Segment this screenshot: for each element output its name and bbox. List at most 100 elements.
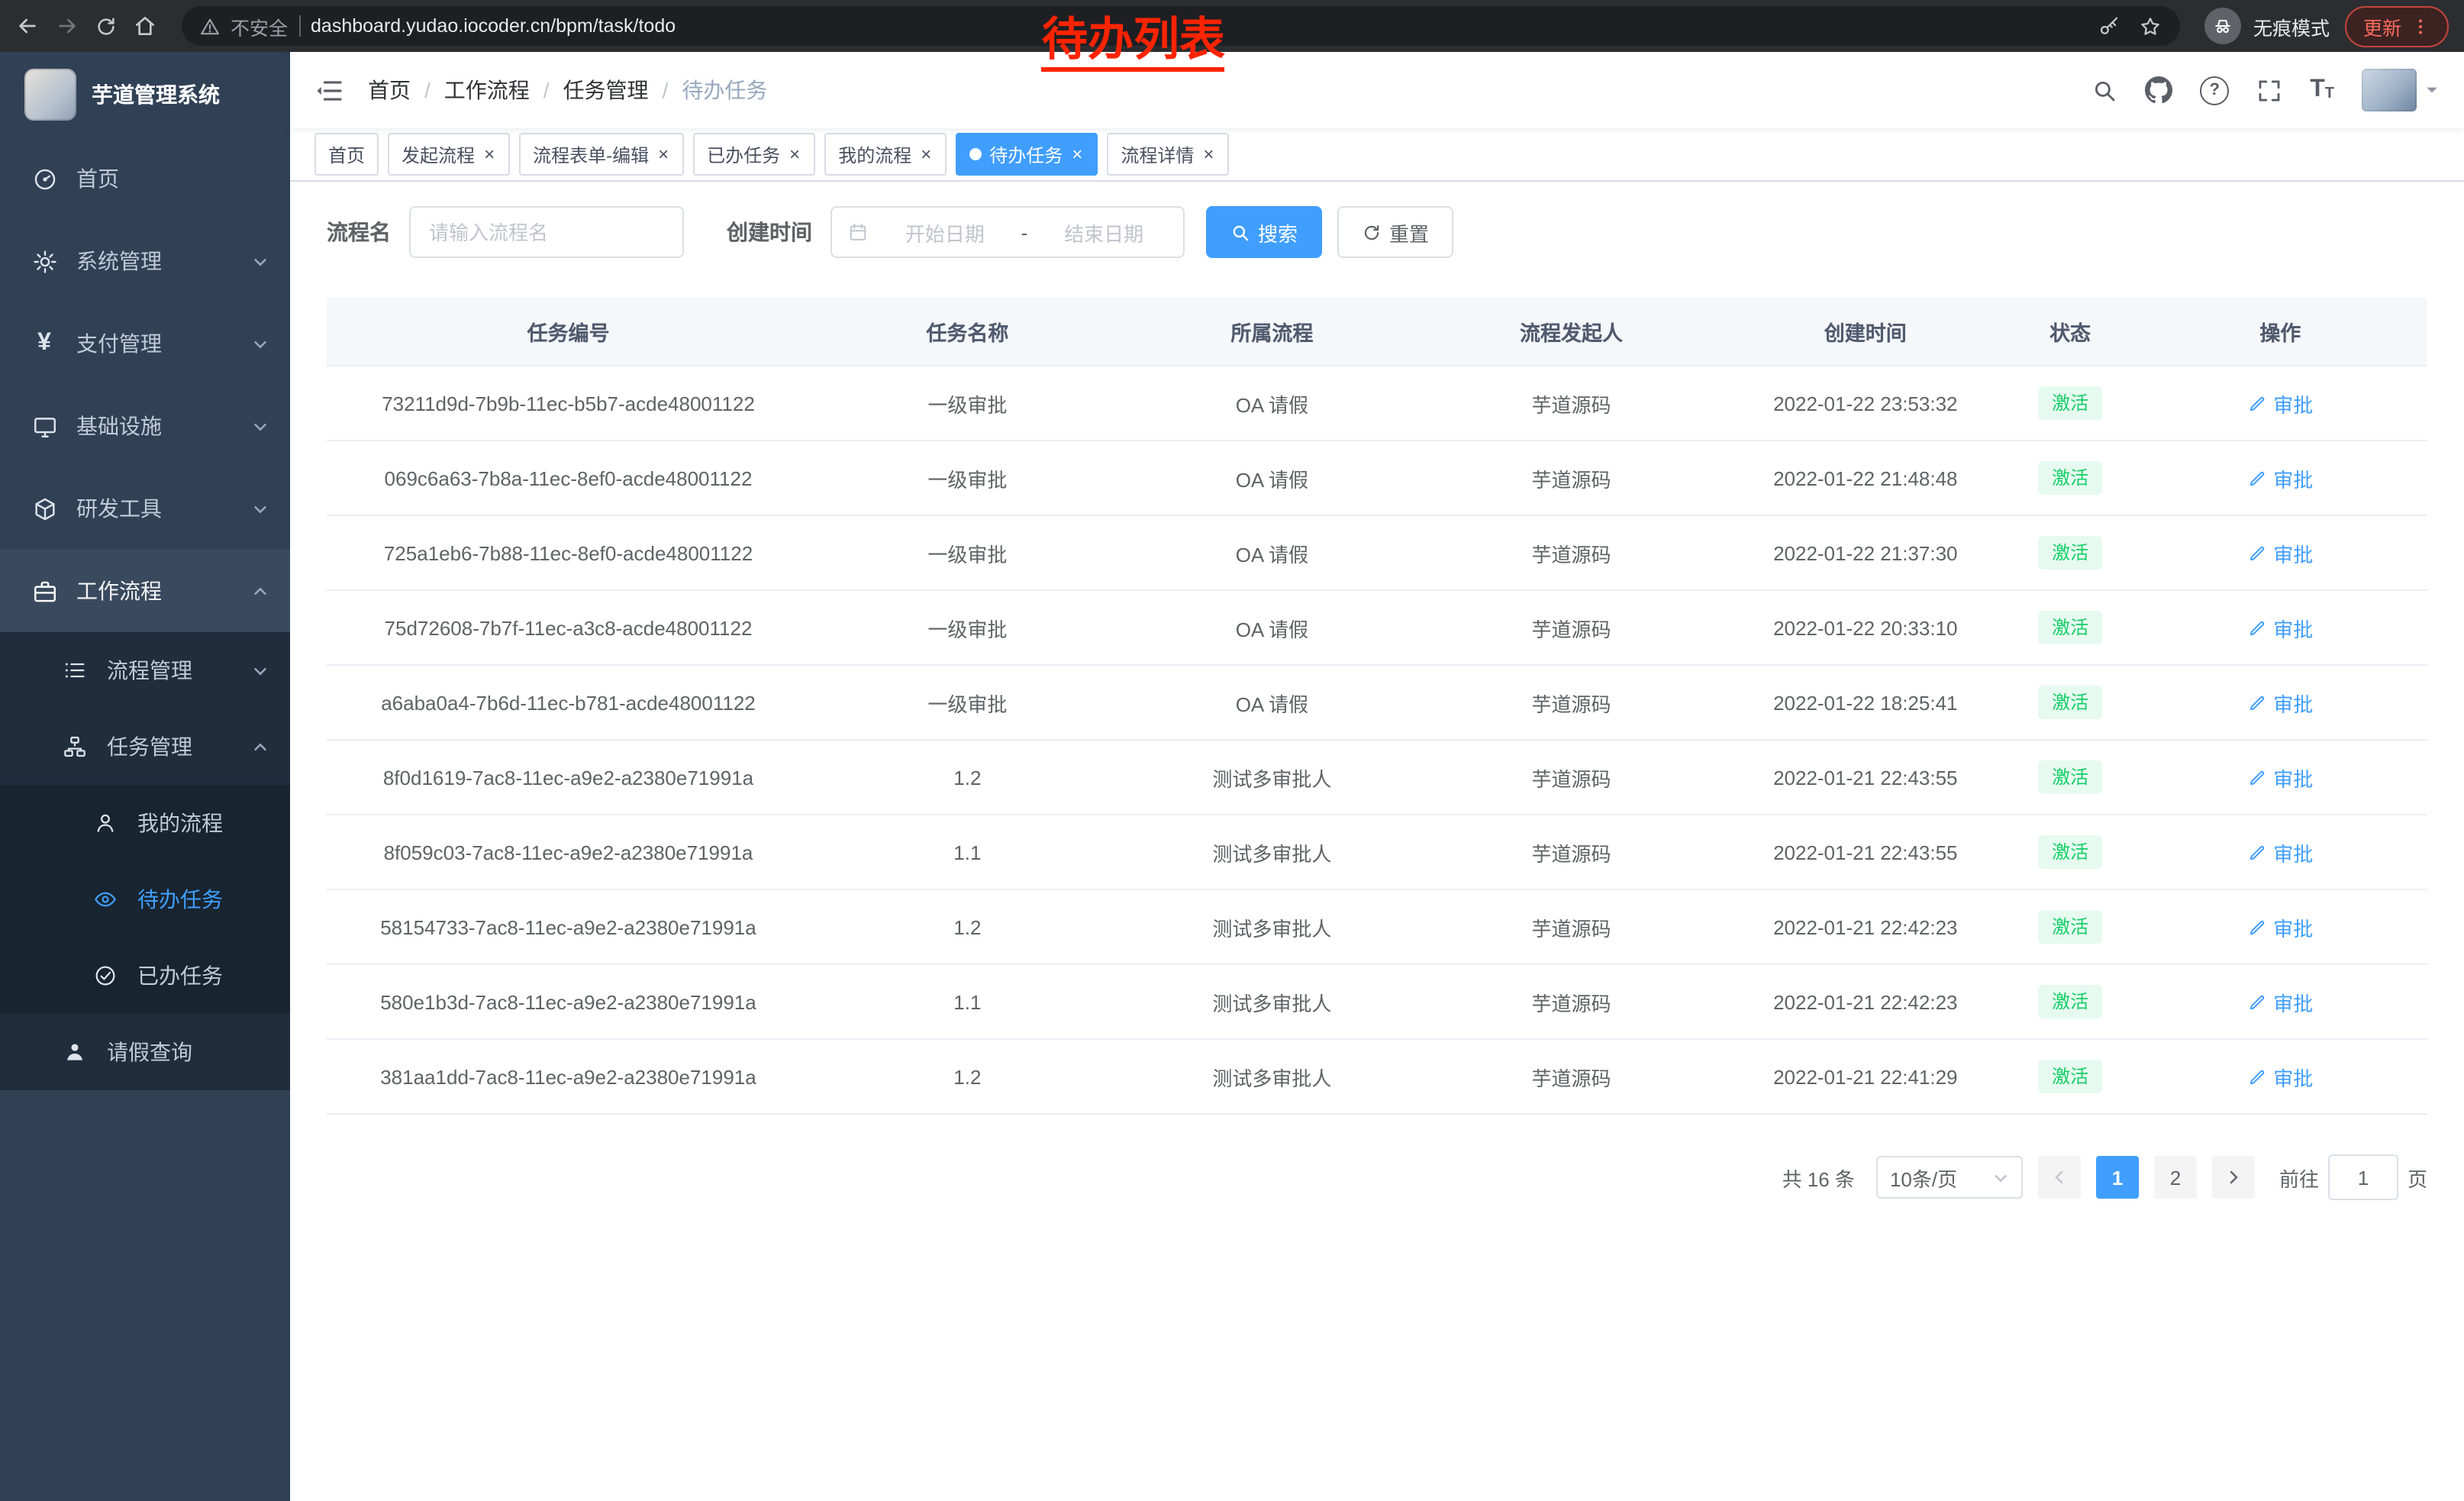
edit-icon bbox=[2247, 543, 2267, 563]
back-icon[interactable] bbox=[15, 14, 40, 38]
bookmark-star-icon[interactable] bbox=[2139, 15, 2162, 37]
user-avatar[interactable] bbox=[2362, 69, 2440, 111]
goto-page-input[interactable] bbox=[2328, 1154, 2398, 1200]
sidebar-item-process-mgmt[interactable]: 流程管理 bbox=[0, 632, 290, 709]
tab-start-process[interactable]: 发起流程 × bbox=[388, 133, 510, 176]
approve-link[interactable]: 审批 bbox=[2247, 838, 2313, 867]
approve-link[interactable]: 审批 bbox=[2247, 1062, 2313, 1091]
approve-link[interactable]: 审批 bbox=[2247, 763, 2313, 792]
main-area: 首页 工作流程 任务管理 待办任务 ? bbox=[290, 52, 2464, 1501]
menu-dots-icon[interactable] bbox=[2411, 16, 2430, 36]
tab-todo-tasks[interactable]: 待办任务 × bbox=[956, 133, 1098, 176]
col-process: 所属流程 bbox=[1125, 298, 1419, 366]
close-icon[interactable]: × bbox=[1070, 145, 1084, 163]
sidebar-item-todo-tasks[interactable]: 待办任务 bbox=[0, 861, 290, 938]
task-name: 一级审批 bbox=[810, 665, 1125, 740]
breadcrumb-workflow[interactable]: 工作流程 bbox=[444, 75, 563, 105]
page-button-2[interactable]: 2 bbox=[2154, 1156, 2197, 1199]
edit-icon bbox=[2247, 767, 2267, 787]
navbar-actions: ? TT bbox=[2091, 69, 2440, 111]
sidebar-fold-icon[interactable] bbox=[314, 76, 343, 105]
status-badge: 激活 bbox=[2038, 685, 2102, 720]
help-icon[interactable]: ? bbox=[2200, 76, 2229, 105]
date-separator: - bbox=[1021, 221, 1028, 244]
chevron-down-icon bbox=[252, 500, 269, 517]
sidebar-item-done-tasks[interactable]: 已办任务 bbox=[0, 938, 290, 1014]
home-icon[interactable] bbox=[133, 14, 157, 38]
search-icon[interactable] bbox=[2091, 77, 2117, 103]
active-dot bbox=[969, 148, 982, 160]
task-status: 激活 bbox=[2008, 815, 2133, 889]
status-badge: 激活 bbox=[2038, 834, 2102, 870]
tab-my-process[interactable]: 我的流程 × bbox=[824, 133, 947, 176]
date-range-picker[interactable]: 开始日期 - 结束日期 bbox=[830, 206, 1185, 258]
update-button[interactable]: 更新 bbox=[2345, 5, 2449, 47]
security-label: 不安全 bbox=[231, 11, 288, 40]
tab-process-detail[interactable]: 流程详情 × bbox=[1107, 133, 1229, 176]
task-initiator: 芋道源码 bbox=[1419, 441, 1724, 515]
sidebar-item-home[interactable]: 首页 bbox=[0, 137, 290, 220]
fullscreen-icon[interactable] bbox=[2256, 77, 2282, 103]
password-key-icon[interactable] bbox=[2098, 15, 2121, 37]
tab-process-form-edit[interactable]: 流程表单-编辑 × bbox=[519, 133, 684, 176]
sidebar-item-payment[interactable]: ¥ 支付管理 bbox=[0, 302, 290, 385]
task-created: 2022-01-21 22:42:23 bbox=[1724, 964, 2008, 1039]
task-actions: 审批 bbox=[2133, 889, 2427, 964]
process-name-input[interactable] bbox=[409, 206, 684, 258]
page-button-1[interactable]: 1 bbox=[2096, 1156, 2139, 1199]
approve-link[interactable]: 审批 bbox=[2247, 912, 2313, 941]
close-icon[interactable]: × bbox=[919, 145, 933, 163]
col-status: 状态 bbox=[2008, 298, 2133, 366]
task-status: 激活 bbox=[2008, 665, 2133, 740]
app-title: 芋道管理系统 bbox=[92, 79, 220, 110]
task-status: 激活 bbox=[2008, 1039, 2133, 1114]
reload-icon[interactable] bbox=[95, 15, 118, 37]
sidebar-item-devtools[interactable]: 研发工具 bbox=[0, 467, 290, 550]
approve-link[interactable]: 审批 bbox=[2247, 389, 2313, 418]
sidebar-item-leave-query[interactable]: 请假查询 bbox=[0, 1014, 290, 1090]
forward-icon[interactable] bbox=[55, 14, 79, 38]
font-size-icon[interactable]: TT bbox=[2310, 78, 2334, 102]
approve-link[interactable]: 审批 bbox=[2247, 463, 2313, 492]
close-icon[interactable]: × bbox=[482, 145, 496, 163]
page-size-select[interactable]: 10条/页 bbox=[1876, 1156, 2023, 1199]
approve-link[interactable]: 审批 bbox=[2247, 688, 2313, 717]
approve-link[interactable]: 审批 bbox=[2247, 613, 2313, 642]
task-id: 725a1eb6-7b88-11ec-8ef0-acde48001122 bbox=[327, 515, 810, 590]
close-icon[interactable]: × bbox=[1201, 145, 1215, 163]
search-button[interactable]: 搜索 bbox=[1206, 206, 1322, 258]
gear-icon bbox=[31, 248, 58, 274]
sidebar-item-system[interactable]: 系统管理 bbox=[0, 220, 290, 302]
annotation-text: 待办列表 bbox=[1042, 15, 1225, 72]
tab-home[interactable]: 首页 bbox=[314, 133, 379, 176]
task-status: 激活 bbox=[2008, 590, 2133, 665]
task-created: 2022-01-22 23:53:32 bbox=[1724, 366, 2008, 441]
sidebar-item-infrastructure[interactable]: 基础设施 bbox=[0, 385, 290, 467]
task-created: 2022-01-21 22:41:29 bbox=[1724, 1039, 2008, 1114]
pagination: 共 16 条 10条/页 1 2 bbox=[327, 1154, 2427, 1200]
close-icon[interactable]: × bbox=[656, 145, 670, 163]
edit-icon bbox=[2247, 917, 2267, 937]
sidebar: 芋道管理系统 首页 系统管理 ¥ 支付管理 bbox=[0, 52, 290, 1501]
approve-link[interactable]: 审批 bbox=[2247, 987, 2313, 1016]
github-icon[interactable] bbox=[2145, 76, 2172, 104]
sidebar-item-workflow[interactable]: 工作流程 bbox=[0, 550, 290, 632]
approve-link[interactable]: 审批 bbox=[2247, 538, 2313, 567]
edit-icon bbox=[2247, 1067, 2267, 1086]
next-page-button[interactable] bbox=[2212, 1156, 2255, 1199]
breadcrumb-home[interactable]: 首页 bbox=[368, 75, 444, 105]
task-name: 1.2 bbox=[810, 740, 1125, 815]
sidebar-item-task-mgmt[interactable]: 任务管理 bbox=[0, 709, 290, 785]
end-date-placeholder: 结束日期 bbox=[1040, 218, 1168, 247]
task-initiator: 芋道源码 bbox=[1419, 590, 1724, 665]
browser-chrome: 不安全 dashboard.yudao.iocoder.cn/bpm/task/… bbox=[0, 0, 2464, 52]
close-icon[interactable]: × bbox=[788, 145, 801, 163]
task-id: 8f059c03-7ac8-11ec-a9e2-a2380e71991a bbox=[327, 815, 810, 889]
breadcrumb-task-mgmt[interactable]: 任务管理 bbox=[563, 75, 682, 105]
status-badge: 激活 bbox=[2038, 984, 2102, 1019]
tab-done-tasks[interactable]: 已办任务 × bbox=[693, 133, 815, 176]
reset-button[interactable]: 重置 bbox=[1337, 206, 1453, 258]
edit-icon bbox=[2247, 618, 2267, 638]
prev-page-button[interactable] bbox=[2038, 1156, 2081, 1199]
sidebar-item-my-process[interactable]: 我的流程 bbox=[0, 785, 290, 861]
